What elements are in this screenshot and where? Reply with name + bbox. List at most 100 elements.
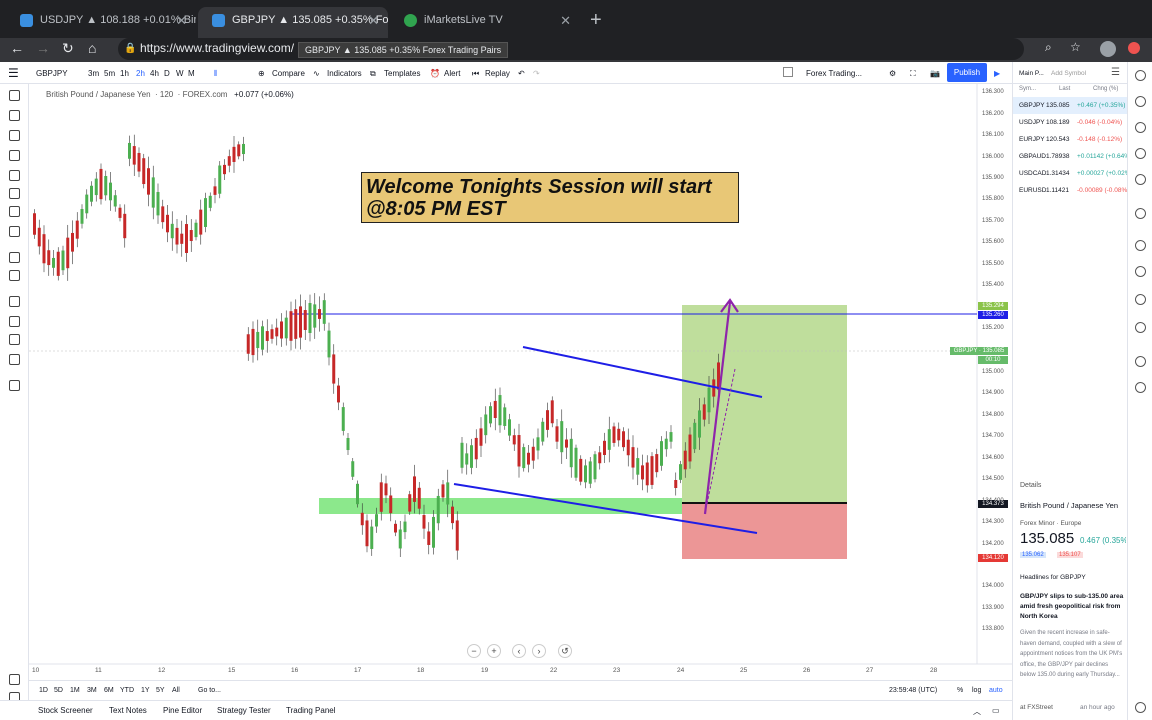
bar-style-icon[interactable]: ⫴ [214,69,217,79]
new-tab-icon[interactable]: + [590,9,602,32]
scroll-right-icon[interactable]: › [532,644,546,658]
chats-icon[interactable] [1135,240,1146,251]
range-6m[interactable]: 6M [104,687,114,694]
fullscreen-icon[interactable]: ⛶ [910,69,916,79]
range-5y[interactable]: 5Y [156,687,165,694]
auto-toggle[interactable]: auto [989,687,1003,694]
scroll-left-icon[interactable]: ‹ [512,644,526,658]
col-last[interactable]: Last [1059,86,1070,92]
home-icon[interactable]: ⌂ [88,40,96,56]
col-change[interactable]: Chng (%) [1093,86,1118,92]
redo-icon[interactable]: ↷ [533,69,540,78]
range-3m[interactable]: 3M [87,687,97,694]
interval-2h[interactable]: 2h [136,69,145,78]
undo-icon[interactable]: ↶ [518,69,525,78]
layout-checkbox[interactable] [783,67,793,77]
goto-button[interactable]: Go to... [198,687,221,694]
fib-icon[interactable] [9,130,20,141]
extension-icon[interactable] [1128,42,1140,54]
help-icon[interactable] [1135,702,1146,713]
close-icon[interactable]: ✕ [176,7,187,34]
trendline-icon[interactable] [9,110,20,121]
interval-1h[interactable]: 1h [120,69,129,78]
interval-4h[interactable]: 4h [150,69,159,78]
collapse-icon[interactable]: ︿ [973,706,981,717]
tab-gbpjpy[interactable]: GBPJPY ▲ 135.085 +0.35% Fo ✕ [198,7,388,38]
watchlist-row[interactable]: GBPAUD 1.78938 +0.01142 (+0.64%) [1013,148,1132,165]
order-panel-icon[interactable] [1135,356,1146,367]
menu-icon[interactable]: ☰ [8,66,19,80]
interval-5m[interactable]: 5m [104,69,115,78]
rectangle-icon[interactable] [9,150,20,161]
pencil-lock-icon[interactable] [9,316,20,327]
zoom-in-icon[interactable]: + [487,644,501,658]
replay-icon[interactable]: ⏮ [472,69,479,79]
range-1d[interactable]: 1D [39,687,48,694]
alert-icon[interactable]: ⏰ [430,69,440,78]
interval-w[interactable]: W [176,69,184,78]
range-5d[interactable]: 5D [54,687,63,694]
zoom-out-icon[interactable]: − [467,644,481,658]
compare-button[interactable]: Compare [272,69,305,78]
utc-clock[interactable]: 23:59:48 (UTC) [889,687,937,694]
stock-screener-tab[interactable]: Stock Screener [38,706,93,715]
text-notes-tab[interactable]: Text Notes [109,706,147,715]
range-ytd[interactable]: YTD [120,687,134,694]
dom-icon[interactable] [1135,382,1146,393]
col-symbol[interactable]: Sym... [1019,86,1036,92]
watchlist-icon[interactable] [1135,70,1146,81]
watchlist-row[interactable]: USDJPY 108.189 -0.046 (-0.04%) [1013,114,1128,131]
pine-editor-tab[interactable]: Pine Editor [163,706,202,715]
headline-title[interactable]: GBP/JPY slips to sub-135.00 area amid fr… [1020,592,1124,622]
trading-panel-tab[interactable]: Trading Panel [286,706,336,715]
lock-icon[interactable] [9,334,20,345]
prediction-icon[interactable] [9,206,20,217]
indicators-button[interactable]: Indicators [327,69,362,78]
add-symbol-input[interactable]: Add Symbol [1051,70,1086,77]
maximize-icon[interactable]: ▭ [992,706,1000,715]
settings-icon[interactable]: ⚙ [889,69,896,78]
watchlist-row[interactable]: EURJPY 120.543 -0.148 (-0.12%) [1013,131,1128,148]
tab-usdjpy[interactable]: USDJPY ▲ 108.188 +0.01% Bin ✕ [6,7,196,38]
interval-d[interactable]: D [164,69,170,78]
notifications-icon[interactable] [1135,322,1146,333]
avatar[interactable] [1100,41,1116,57]
strategy-tester-tab[interactable]: Strategy Tester [217,706,271,715]
range-1y[interactable]: 1Y [141,687,150,694]
cursor-icon[interactable] [9,90,20,101]
tab-imarketslive[interactable]: iMarketsLive TV ✕ [390,7,580,38]
forward-icon[interactable]: → [36,40,50,56]
symbol-search[interactable]: GBPJPY [36,69,68,78]
alerts-icon[interactable] [1135,96,1146,107]
pattern-icon[interactable] [9,188,20,199]
star-icon[interactable]: ☆ [1070,40,1081,54]
text-icon[interactable] [9,170,20,181]
close-icon[interactable]: ✕ [560,7,571,34]
watchlist-row[interactable]: GBPJPY 135.085 +0.467 (+0.35%) [1013,97,1128,114]
streams-icon[interactable] [1135,294,1146,305]
watchlist-title[interactable]: Main P... [1019,70,1044,77]
camera-icon[interactable]: 📷 [930,69,940,78]
list-menu-icon[interactable]: ☰ [1111,67,1120,78]
interval-m[interactable]: M [188,69,195,78]
watchlist-row[interactable]: USDCAD 1.31434 +0.00027 (+0.02%) [1013,165,1133,182]
layout-selector[interactable]: Forex Trading... [806,69,862,78]
ideas-icon[interactable] [1135,208,1146,219]
ruler-icon[interactable] [9,252,20,263]
watchlist-row[interactable]: EURUSD 1.11421 -0.00089 (-0.08%) [1013,182,1129,199]
hotlist-icon[interactable] [1135,148,1146,159]
search-icon[interactable]: ⌕ [1045,40,1052,55]
eye-icon[interactable] [9,354,20,365]
star-icon[interactable] [9,674,20,685]
reload-icon[interactable]: ↻ [62,40,74,57]
zoom-icon[interactable] [9,270,20,281]
log-toggle[interactable]: log [972,687,981,694]
calendar-icon[interactable] [1135,174,1146,185]
alert-button[interactable]: Alert [444,69,460,78]
arrow-down-icon[interactable] [9,226,20,237]
messages-icon[interactable] [1135,266,1146,277]
publish-button[interactable]: Publish [947,63,987,82]
range-1m[interactable]: 1M [70,687,80,694]
percent-toggle[interactable]: % [957,687,963,694]
indicators-icon[interactable]: ∿ [313,69,320,78]
